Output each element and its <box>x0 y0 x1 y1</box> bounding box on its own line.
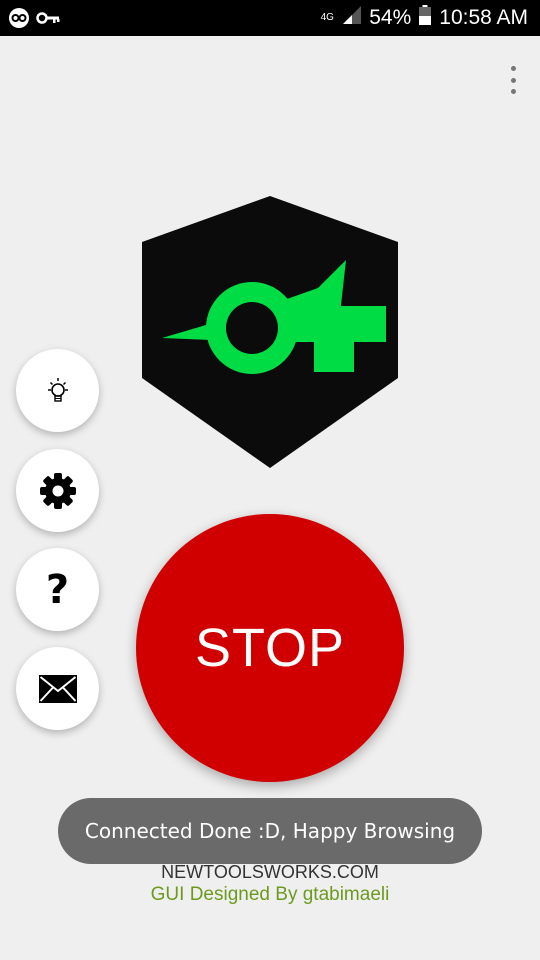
battery-percent: 54% <box>369 6 412 29</box>
battery-icon <box>419 5 432 31</box>
key-icon <box>36 7 60 33</box>
settings-button[interactable] <box>16 449 99 532</box>
mail-icon <box>38 674 77 703</box>
more-vert-icon[interactable] <box>508 66 518 94</box>
stop-button[interactable]: STOP <box>136 514 404 782</box>
infinity-key-icon <box>8 7 30 33</box>
tips-button[interactable] <box>16 349 99 432</box>
gear-icon <box>39 472 77 510</box>
designer-credit: GUI Designed By gtabimaeli <box>150 884 390 905</box>
app-bar <box>0 36 540 120</box>
clock: 10:58 AM <box>439 6 528 29</box>
site-label: NEWTOOLSWORKS.COM <box>161 862 379 882</box>
signal-icon <box>343 6 362 30</box>
status-bar: 4G 54% 10:58 AM <box>0 0 540 36</box>
status-indicators: 4G 54% 10:58 AM <box>319 0 528 36</box>
help-icon: ? <box>45 566 70 613</box>
app-logo <box>142 196 398 468</box>
notification-icons <box>8 7 60 33</box>
contact-button[interactable] <box>16 647 99 730</box>
lightbulb-icon <box>44 376 72 406</box>
network-type: 4G <box>320 12 334 23</box>
help-button[interactable]: ? <box>16 548 99 631</box>
toast-message: Connected Done :D, Happy Browsing <box>58 798 482 864</box>
